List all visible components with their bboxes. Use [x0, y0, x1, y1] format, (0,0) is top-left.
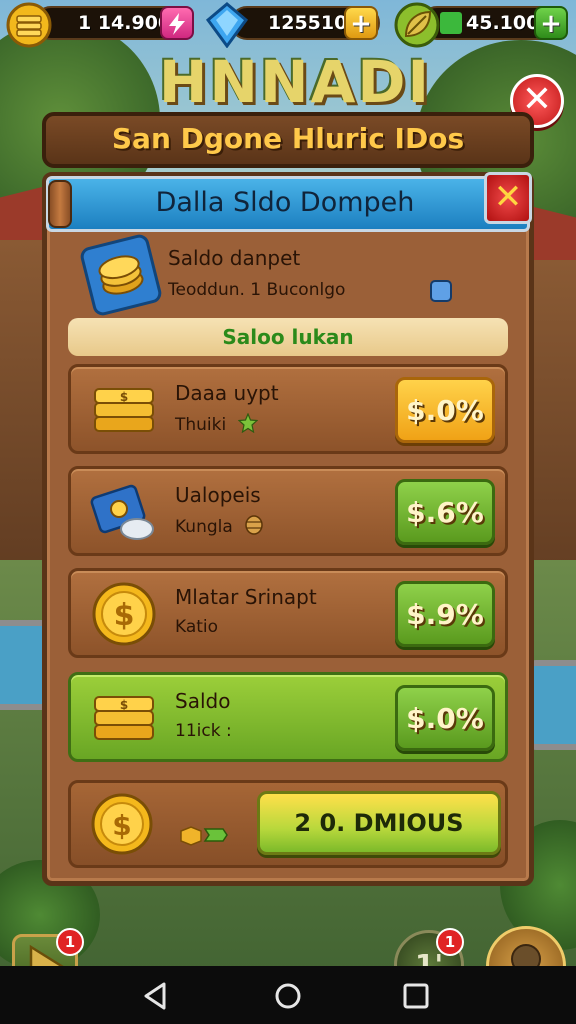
- scroll-ornament-icon: [48, 180, 72, 228]
- item-subtitle-text: Thuiki: [175, 415, 227, 435]
- balance-subtitle: Teoddun. 1 Buconlgo: [168, 280, 346, 300]
- svg-text:$: $: [112, 809, 131, 842]
- leaf-value: 45.100: [466, 12, 540, 34]
- item-title: Daaa uypt: [175, 381, 279, 405]
- leaf-add-button[interactable]: +: [534, 6, 568, 40]
- gem-icon: [205, 2, 249, 48]
- barrel-icon: [245, 515, 263, 535]
- item-title: Ualopeis: [175, 483, 261, 507]
- panel-close-button[interactable]: ✕: [484, 172, 532, 224]
- dollar-coin-icon: $: [91, 793, 153, 855]
- recents-icon[interactable]: [396, 976, 436, 1016]
- item-subtitle: Thuiki: [175, 413, 258, 435]
- balance-info: Saldo danpet Teoddun. 1 Buconlgo: [78, 232, 500, 318]
- shop-item-1[interactable]: $ Daaa uypt Thuiki $.0%: [68, 364, 508, 454]
- mini-items-icon: [180, 826, 228, 846]
- item-title: Mlatar Srinapt: [175, 585, 317, 609]
- item-subtitle: Katio: [175, 617, 219, 637]
- balance-title: Saldo danpet: [168, 246, 301, 270]
- footer-row: $ 2 0. DMIOUS: [68, 780, 508, 868]
- purchase-button[interactable]: 2 0. DMIOUS: [257, 791, 501, 855]
- shop-item-2[interactable]: Ualopeis Kungla $.6%: [68, 466, 508, 556]
- resource-bar: 1 14.9000 1255100 + 45.100 +: [0, 0, 576, 52]
- dollar-coin-icon: $: [92, 582, 156, 646]
- buy-button-4[interactable]: $.0%: [395, 685, 495, 751]
- item-subtitle: 11ick :: [175, 721, 232, 741]
- shop-item-3[interactable]: $ Mlatar Srinapt Katio $.9%: [68, 568, 508, 658]
- coin-stack-icon: [6, 2, 52, 48]
- item-subtitle: Kungla: [175, 515, 264, 537]
- game-logo-text: HNNADI: [158, 48, 432, 116]
- cash-card-icon: [90, 484, 154, 540]
- system-nav-bar: [0, 966, 576, 1024]
- buy-button-3[interactable]: $.9%: [395, 581, 495, 647]
- leaf-progress-fill: [440, 12, 462, 34]
- notification-badge: 1: [436, 928, 464, 956]
- buy-button-2[interactable]: $.6%: [395, 479, 495, 545]
- buy-button-1[interactable]: $.0%: [395, 377, 495, 443]
- leaf-icon: [394, 2, 440, 48]
- calculator-icon: [430, 280, 452, 302]
- gold-bars-icon: $: [94, 696, 154, 740]
- svg-text:$: $: [120, 698, 128, 712]
- star-icon: [237, 413, 258, 433]
- lightning-icon: [169, 13, 185, 35]
- item-title: Saldo: [175, 689, 231, 713]
- coins-add-button[interactable]: [160, 6, 194, 40]
- gems-add-button[interactable]: +: [344, 6, 378, 40]
- back-icon[interactable]: [136, 976, 176, 1016]
- svg-text:$: $: [114, 598, 135, 633]
- home-icon[interactable]: [268, 976, 308, 1016]
- coin-card-icon: [78, 232, 164, 318]
- gold-bars-icon: $: [94, 388, 154, 432]
- section-label: Saloo lukan: [68, 318, 508, 356]
- panel-title: Dalla Sldo Dompeh: [155, 187, 415, 218]
- item-subtitle-text: Kungla: [175, 517, 233, 537]
- notification-badge: 1: [56, 928, 84, 956]
- shop-item-4[interactable]: $ Saldo 11ick : $.0%: [68, 672, 508, 762]
- svg-text:$: $: [120, 390, 128, 404]
- panel-header-banner: San Dgone Hluric IDos: [42, 112, 534, 168]
